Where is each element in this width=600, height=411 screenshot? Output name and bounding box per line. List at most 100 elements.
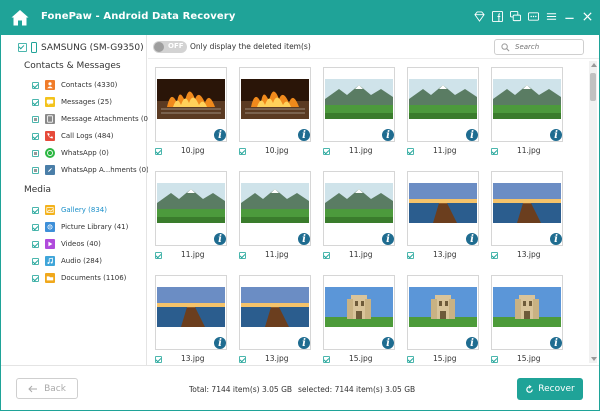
photo-thumbnail[interactable]: i	[407, 275, 479, 350]
info-icon[interactable]: i	[213, 128, 226, 141]
photo-thumbnail[interactable]: i	[491, 67, 563, 142]
photo-thumbnail[interactable]: i	[407, 171, 479, 246]
photo-checkbox[interactable]	[323, 148, 330, 155]
menu-icon[interactable]	[545, 10, 557, 22]
photo-cell[interactable]: i 15.jpg	[491, 275, 563, 365]
back-button[interactable]: Back	[16, 378, 78, 399]
photo-thumbnail[interactable]: i	[323, 275, 395, 350]
device-checkbox[interactable]	[18, 43, 27, 52]
close-icon[interactable]	[581, 10, 593, 22]
info-icon[interactable]: i	[549, 128, 562, 141]
checkbox[interactable]	[32, 274, 39, 282]
photo-cell[interactable]: i 11.jpg	[239, 171, 311, 266]
photo-thumbnail[interactable]: i	[491, 275, 563, 350]
photo-checkbox[interactable]	[155, 356, 162, 363]
recover-button[interactable]: Recover	[517, 378, 583, 400]
photo-checkbox[interactable]	[407, 252, 414, 259]
register-icon[interactable]	[527, 10, 539, 22]
info-icon[interactable]: i	[381, 336, 394, 349]
photo-checkbox[interactable]	[155, 252, 162, 259]
sidebar-item-messages[interactable]: Messages (25)	[32, 97, 112, 107]
checkbox[interactable]	[32, 166, 39, 174]
photo-checkbox[interactable]	[323, 252, 330, 259]
photo-thumbnail[interactable]: i	[239, 275, 311, 350]
sidebar-item-call-logs[interactable]: Call Logs (484)	[32, 131, 114, 141]
photo-checkbox[interactable]	[491, 148, 498, 155]
sidebar-item-contacts[interactable]: Contacts (4330)	[32, 80, 117, 90]
scroll-up-arrow-icon[interactable]	[591, 63, 597, 67]
info-icon[interactable]: i	[297, 128, 310, 141]
sidebar-item-whatsapp-attachments[interactable]: WhatsApp A...hments (0)	[32, 165, 149, 175]
info-icon[interactable]: i	[549, 336, 562, 349]
info-icon[interactable]: i	[381, 232, 394, 245]
sidebar-item-picture-library[interactable]: Picture Library (41)	[32, 222, 128, 232]
photo-cell[interactable]: i 15.jpg	[407, 275, 479, 365]
checkbox[interactable]	[32, 98, 39, 106]
info-icon[interactable]: i	[465, 336, 478, 349]
photo-checkbox[interactable]	[407, 148, 414, 155]
scrollbar-track[interactable]	[589, 61, 597, 363]
chat-icon[interactable]	[509, 10, 521, 22]
photo-thumbnail[interactable]: i	[239, 67, 311, 142]
info-icon[interactable]: i	[465, 128, 478, 141]
checkbox[interactable]	[32, 223, 39, 231]
facebook-icon[interactable]	[491, 10, 503, 22]
photo-checkbox[interactable]	[239, 356, 246, 363]
photo-cell[interactable]: i 11.jpg	[323, 67, 395, 162]
diamond-icon[interactable]	[473, 10, 485, 22]
photo-thumbnail[interactable]: i	[239, 171, 311, 246]
photo-checkbox[interactable]	[323, 356, 330, 363]
scrollbar-thumb[interactable]	[590, 73, 596, 101]
info-icon[interactable]: i	[381, 128, 394, 141]
checkbox[interactable]	[32, 149, 39, 157]
photo-thumbnail[interactable]: i	[155, 275, 227, 350]
minimize-icon[interactable]	[563, 10, 575, 22]
sidebar-item-message-attachments[interactable]: Message Attachments (0)	[32, 114, 151, 124]
photo-checkbox[interactable]	[239, 252, 246, 259]
checkbox[interactable]	[32, 81, 39, 89]
checkbox[interactable]	[32, 115, 39, 123]
photo-cell[interactable]: i 13.jpg	[407, 171, 479, 266]
info-icon[interactable]: i	[549, 232, 562, 245]
photo-thumbnail[interactable]: i	[323, 67, 395, 142]
checkbox[interactable]	[32, 240, 39, 248]
home-icon[interactable]	[10, 8, 30, 28]
photo-cell[interactable]: i 10.jpg	[155, 67, 227, 162]
photo-cell[interactable]: i 11.jpg	[407, 67, 479, 162]
photo-cell[interactable]: i 11.jpg	[155, 171, 227, 266]
photo-cell[interactable]: i 13.jpg	[239, 275, 311, 365]
photo-checkbox[interactable]	[491, 356, 498, 363]
photo-thumbnail[interactable]: i	[155, 171, 227, 246]
photo-checkbox[interactable]	[239, 148, 246, 155]
scroll-down-arrow-icon[interactable]	[591, 357, 597, 361]
checkbox[interactable]	[32, 257, 39, 265]
photo-thumbnail[interactable]: i	[491, 171, 563, 246]
info-icon[interactable]: i	[213, 232, 226, 245]
sidebar-item-audio[interactable]: Audio (284)	[32, 256, 102, 266]
photo-cell[interactable]: i 11.jpg	[323, 171, 395, 266]
photo-thumbnail[interactable]: i	[323, 171, 395, 246]
photo-checkbox[interactable]	[491, 252, 498, 259]
photo-thumbnail[interactable]: i	[407, 67, 479, 142]
photo-checkbox[interactable]	[407, 356, 414, 363]
photo-cell[interactable]: i 13.jpg	[491, 171, 563, 266]
photo-cell[interactable]: i 13.jpg	[155, 275, 227, 365]
checkbox[interactable]	[32, 132, 39, 140]
photo-cell[interactable]: i 15.jpg	[323, 275, 395, 365]
info-icon[interactable]: i	[213, 336, 226, 349]
device-row[interactable]: SAMSUNG (SM-G9350)	[18, 42, 144, 53]
sidebar-item-videos[interactable]: Videos (40)	[32, 239, 101, 249]
photo-thumbnail[interactable]: i	[155, 67, 227, 142]
attachment-icon	[45, 114, 55, 124]
info-icon[interactable]: i	[297, 336, 310, 349]
sidebar-item-gallery[interactable]: Gallery (834)	[32, 205, 107, 215]
checkbox[interactable]	[32, 206, 39, 214]
photo-checkbox[interactable]	[155, 148, 162, 155]
info-icon[interactable]: i	[297, 232, 310, 245]
deleted-only-toggle[interactable]: OFF	[153, 41, 187, 53]
info-icon[interactable]: i	[465, 232, 478, 245]
sidebar-item-whatsapp[interactable]: WhatsApp (0)	[32, 148, 109, 158]
photo-cell[interactable]: i 11.jpg	[491, 67, 563, 162]
sidebar-item-documents[interactable]: Documents (1106)	[32, 273, 126, 283]
photo-cell[interactable]: i 10.jpg	[239, 67, 311, 162]
